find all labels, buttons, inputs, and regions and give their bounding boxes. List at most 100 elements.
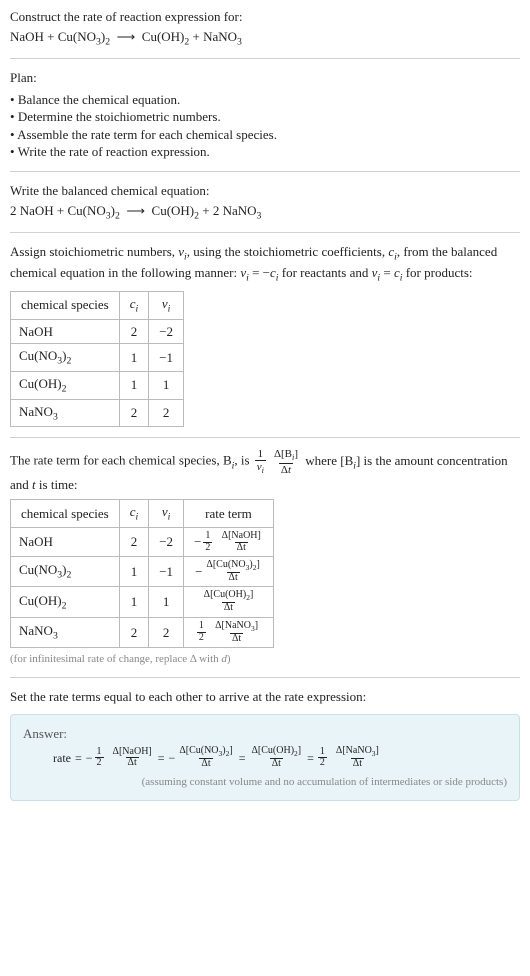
plan-item: Write the rate of reaction expression.: [10, 143, 520, 161]
cell-species: Cu(NO3)2: [11, 344, 120, 372]
frac-delta: Δ[Cu(OH)2]Δt: [250, 746, 304, 769]
cell-rate: 12 Δ[NaNO3]Δt: [184, 617, 274, 647]
cell-ci: 2: [119, 399, 149, 427]
frac-num: 1: [256, 448, 266, 460]
frac-delta: Δ[Bi] Δt: [272, 448, 300, 475]
cell-ci: 1: [119, 587, 149, 617]
frac-delta: Δ[NaNO3]Δt: [213, 621, 260, 644]
divider: [10, 437, 520, 438]
frac-coef: 12: [197, 621, 206, 643]
cell-ci: 1: [119, 344, 149, 372]
rate-term-intro: The rate term for each chemical species,…: [10, 448, 520, 493]
table-header-row: chemical species ci νi: [11, 291, 184, 319]
frac-coef: 12: [203, 531, 212, 553]
cell-species: NaOH: [11, 319, 120, 344]
table-row: Cu(OH)2 1 1: [11, 371, 184, 399]
cell-species: NaNO3: [11, 399, 120, 427]
cell-vi: 1: [149, 587, 184, 617]
rate-term: Δ[Cu(OH)2]Δt: [250, 746, 304, 769]
cell-species: NaOH: [11, 528, 120, 557]
rate-term-table: chemical species ci νi rate term NaOH 2 −2…: [10, 499, 274, 648]
frac-den: Δt: [279, 463, 293, 476]
equals: =: [307, 750, 314, 766]
rate-formula: 1 νi Δ[Bi] Δt: [253, 448, 302, 475]
cell-species: Cu(NO3)2: [11, 557, 120, 587]
rate-term: −12 Δ[NaOH]Δt: [86, 747, 154, 769]
frac-coef: 12: [318, 747, 327, 769]
balanced-heading: Write the balanced chemical equation:: [10, 182, 520, 200]
cell-species: Cu(OH)2: [11, 371, 120, 399]
divider: [10, 232, 520, 233]
col-rate: rate term: [184, 500, 274, 528]
frac-delta: Δ[Cu(NO3)2]Δt: [204, 560, 261, 583]
frac-delta: Δ[NaOH]Δt: [220, 531, 263, 553]
rate-term: 12 Δ[NaNO3]Δt: [318, 746, 381, 769]
plan-item: Determine the stoichiometric numbers.: [10, 108, 520, 126]
answer-label: Answer:: [23, 725, 507, 743]
col-ci: ci: [119, 500, 149, 528]
plan-heading: Plan:: [10, 69, 520, 87]
cell-vi: 2: [149, 399, 184, 427]
table-row: NaNO32212 Δ[NaNO3]Δt: [11, 617, 274, 647]
cell-vi: −1: [149, 344, 184, 372]
prompt-equation: NaOH + Cu(NO3)2 ⟶ Cu(OH)2 + NaNO3: [10, 28, 520, 49]
col-species: chemical species: [11, 500, 120, 528]
divider: [10, 677, 520, 678]
col-species: chemical species: [11, 291, 120, 319]
prompt-text: Construct the rate of reaction expressio…: [10, 8, 520, 26]
cell-rate: Δ[Cu(OH)2]Δt: [184, 587, 274, 617]
rate-expression: rate = −12 Δ[NaOH]Δt = −Δ[Cu(NO3)2]Δt = …: [23, 746, 507, 769]
cell-vi: 2: [149, 617, 184, 647]
rate-term: −12 Δ[NaOH]Δt: [194, 531, 263, 553]
frac-delta: Δ[NaOH]Δt: [111, 747, 154, 769]
assign-section: Assign stoichiometric numbers, νi, using…: [10, 243, 520, 427]
divider: [10, 58, 520, 59]
answer-box: Answer: rate = −12 Δ[NaOH]Δt = −Δ[Cu(NO3…: [10, 714, 520, 802]
neg-sign: −: [86, 750, 93, 766]
balanced-section: Write the balanced chemical equation: 2 …: [10, 182, 520, 222]
frac-delta: Δ[Cu(OH)2]Δt: [202, 590, 256, 613]
equals: =: [239, 750, 246, 766]
neg-sign: −: [169, 750, 176, 766]
intro-mid: , is: [234, 453, 252, 468]
plan-section: Plan: Balance the chemical equation. Det…: [10, 69, 520, 161]
cell-ci: 2: [119, 319, 149, 344]
frac-delta: Δ[Cu(NO3)2]Δt: [177, 746, 234, 769]
rate-term: −Δ[Cu(NO3)2]Δt: [195, 560, 262, 583]
frac-num: Δ[Bi]: [272, 448, 300, 462]
rate-term-section: The rate term for each chemical species,…: [10, 448, 520, 667]
table-row: Cu(NO3)21−1−Δ[Cu(NO3)2]Δt: [11, 557, 274, 587]
cell-rate: −Δ[Cu(NO3)2]Δt: [184, 557, 274, 587]
divider: [10, 171, 520, 172]
neg-sign: −: [195, 563, 202, 581]
table-row: NaOH 2 −2: [11, 319, 184, 344]
cell-ci: 1: [119, 371, 149, 399]
frac-den: νi: [255, 460, 266, 475]
assign-text: Assign stoichiometric numbers, νi, using…: [10, 243, 520, 285]
balanced-equation: 2 NaOH + Cu(NO3)2 ⟶ Cu(OH)2 + 2 NaNO3: [10, 202, 520, 223]
equals: =: [158, 750, 165, 766]
cell-vi: −2: [149, 528, 184, 557]
final-heading: Set the rate terms equal to each other t…: [10, 688, 520, 706]
cell-rate: −12 Δ[NaOH]Δt: [184, 528, 274, 557]
plan-list: Balance the chemical equation. Determine…: [10, 91, 520, 161]
infinitesimal-caption: (for infinitesimal rate of change, repla…: [10, 652, 520, 667]
table-row: Cu(NO3)2 1 −1: [11, 344, 184, 372]
neg-sign: −: [194, 533, 201, 551]
frac-coef: 12: [95, 747, 104, 769]
answer-note: (assuming constant volume and no accumul…: [23, 775, 507, 790]
frac-delta: Δ[NaNO3]Δt: [334, 746, 381, 769]
equals: =: [75, 750, 82, 766]
table-header-row: chemical species ci νi rate term: [11, 500, 274, 528]
table-row: Cu(OH)211Δ[Cu(OH)2]Δt: [11, 587, 274, 617]
cell-vi: −2: [149, 319, 184, 344]
frac-coef: 1 νi: [255, 448, 266, 475]
plan-item: Assemble the rate term for each chemical…: [10, 126, 520, 144]
table-row: NaNO3 2 2: [11, 399, 184, 427]
cell-vi: −1: [149, 557, 184, 587]
col-vi: νi: [149, 291, 184, 319]
intro-pre: The rate term for each chemical species,…: [10, 453, 232, 468]
cell-vi: 1: [149, 371, 184, 399]
rate-term: −Δ[Cu(NO3)2]Δt: [169, 746, 235, 769]
col-ci: ci: [119, 291, 149, 319]
